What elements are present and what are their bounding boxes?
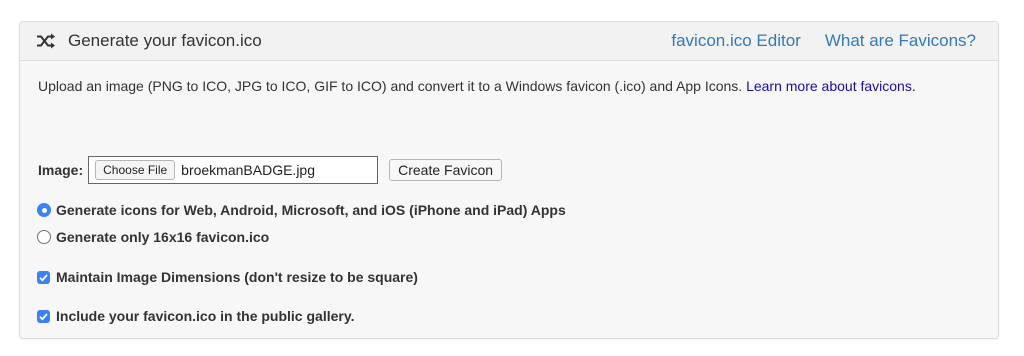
checkbox-public-gallery[interactable]: [37, 309, 50, 323]
favicon-editor-link[interactable]: favicon.ico Editor: [671, 31, 800, 51]
learn-more-link[interactable]: Learn more about favicons.: [746, 78, 916, 94]
intro-text: Upload an image (PNG to ICO, JPG to ICO,…: [38, 77, 943, 96]
option-16x16-only[interactable]: Generate only 16x16 favicon.ico: [37, 229, 269, 245]
checkmark-icon: [39, 273, 48, 282]
shuffle-icon: [37, 33, 55, 49]
image-upload-row: Image: Choose File broekmanBADGE.jpg Cre…: [38, 156, 503, 184]
option-public-gallery[interactable]: Include your favicon.ico in the public g…: [37, 308, 354, 324]
radio-16x16-label: Generate only 16x16 favicon.ico: [56, 229, 270, 245]
intro-description: Upload an image (PNG to ICO, JPG to ICO,…: [38, 78, 747, 94]
what-are-favicons-link[interactable]: What are Favicons?: [825, 31, 976, 51]
file-input[interactable]: Choose File broekmanBADGE.jpg: [88, 156, 379, 184]
favicon-generator-panel: Generate your favicon.ico favicon.ico Ed…: [19, 21, 999, 339]
panel-body: Upload an image (PNG to ICO, JPG to ICO,…: [20, 61, 998, 324]
image-label: Image:: [38, 162, 84, 178]
panel-heading: Generate your favicon.ico favicon.ico Ed…: [20, 22, 998, 61]
panel-title: Generate your favicon.ico: [68, 31, 262, 50]
checkmark-icon: [39, 312, 48, 321]
selected-file-name: broekmanBADGE.jpg: [181, 162, 315, 178]
option-maintain-dimensions[interactable]: Maintain Image Dimensions (don't resize …: [37, 269, 418, 285]
public-gallery-label: Include your favicon.ico in the public g…: [56, 308, 355, 324]
choose-file-button[interactable]: Choose File: [95, 160, 176, 180]
checkbox-maintain-dimensions[interactable]: [37, 270, 50, 284]
option-all-platforms[interactable]: Generate icons for Web, Android, Microso…: [37, 202, 566, 218]
radio-16x16-only[interactable]: [37, 230, 51, 244]
maintain-dimensions-label: Maintain Image Dimensions (don't resize …: [56, 269, 418, 285]
heading-links: favicon.ico Editor What are Favicons?: [647, 22, 976, 60]
radio-all-platforms[interactable]: [37, 203, 51, 217]
heading-title-group: Generate your favicon.ico: [36, 22, 262, 60]
create-favicon-button[interactable]: Create Favicon: [389, 159, 503, 181]
radio-all-platforms-label: Generate icons for Web, Android, Microso…: [56, 202, 566, 218]
